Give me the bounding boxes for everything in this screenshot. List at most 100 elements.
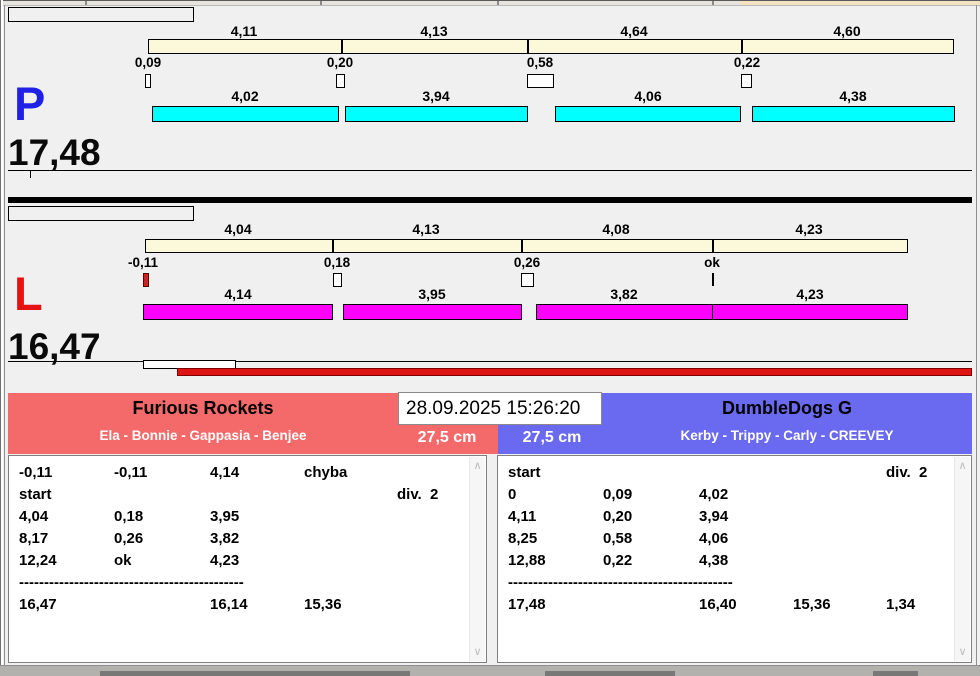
result-log-cell: ----------------------------------------… bbox=[508, 574, 733, 591]
start-lights-p bbox=[8, 7, 194, 22]
l-progress-red-bar bbox=[177, 368, 972, 376]
result-log-cell: ----------------------------------------… bbox=[19, 574, 244, 591]
result-log-cell: start bbox=[19, 486, 52, 503]
result-log-cell: 16,14 bbox=[210, 596, 248, 613]
window-left-highlight bbox=[1, 0, 3, 676]
result-log-cell: 12,24 bbox=[19, 552, 57, 569]
l-lane-seg-time: 4,04 bbox=[224, 221, 252, 237]
p-lane-seg-time: 4,13 bbox=[420, 23, 448, 39]
p-split-time: 0,58 bbox=[526, 55, 554, 70]
right-log-scrollbar[interactable]: ∧ ∨ bbox=[954, 457, 970, 661]
l-top-lane bbox=[145, 239, 908, 253]
l-split-gap-box bbox=[521, 273, 534, 287]
l-lane-divider bbox=[332, 240, 334, 252]
l-total-time: 16,47 bbox=[8, 326, 101, 367]
l-dog-bar bbox=[343, 304, 522, 320]
right-jump-height: 27,5 cm bbox=[522, 429, 582, 446]
p-dog-time: 3,94 bbox=[422, 88, 450, 104]
result-log-cell: div. 2 bbox=[397, 486, 439, 503]
right-team-name: DumbleDogs G bbox=[721, 398, 852, 418]
p-top-lane bbox=[148, 39, 954, 54]
scroll-down-icon[interactable]: ∨ bbox=[955, 646, 970, 658]
l-dog-time: 3,95 bbox=[418, 286, 446, 302]
p-lane-seg-time: 4,60 bbox=[833, 23, 861, 39]
p-lane-divider bbox=[741, 40, 743, 53]
result-log-cell: ok bbox=[114, 552, 132, 569]
p-lane-letter: P bbox=[14, 77, 46, 130]
l-split-ok-tick bbox=[712, 273, 714, 286]
left-jump-height: 27,5 cm bbox=[417, 429, 477, 446]
p-total-time: 17,48 bbox=[8, 132, 101, 173]
window-left-inner-edge bbox=[4, 5, 5, 665]
statusbar-cutoff-strip bbox=[0, 665, 980, 676]
scroll-up-icon[interactable]: ∧ bbox=[955, 460, 970, 472]
left-result-log[interactable]: -0,11 -0,11 4,14 chyba start div. 2 4,04 0,18 3,… bbox=[8, 455, 487, 663]
l-lane-divider bbox=[712, 240, 714, 252]
left-log-scrollbar[interactable]: ∧ ∨ bbox=[469, 457, 485, 661]
result-log-cell: div. 2 bbox=[886, 464, 928, 481]
datetime-display: 28.09.2025 15:26:20 bbox=[398, 392, 602, 425]
result-log-cell: 0,26 bbox=[114, 530, 144, 547]
p-lane-seg-time: 4,64 bbox=[620, 23, 648, 39]
l-dog-bar bbox=[712, 304, 908, 320]
right-result-rows: start div. 2 0 0,09 4,02 4,11 0,20 3,94 8,25 0,58… bbox=[498, 456, 954, 662]
l-dog-time: 3,82 bbox=[610, 286, 638, 302]
panel-top-border bbox=[0, 5, 980, 6]
result-log-cell: 8,17 bbox=[19, 530, 49, 547]
l-lane-seg-time: 4,08 bbox=[602, 221, 630, 237]
p-dog-time: 4,38 bbox=[839, 88, 867, 104]
result-log-cell: 0,58 bbox=[603, 530, 633, 547]
result-log-cell: 3,82 bbox=[210, 530, 240, 547]
left-result-rows: -0,11 -0,11 4,14 chyba start div. 2 4,04 0,18 3,… bbox=[9, 456, 469, 662]
statusbar-cutoff-text bbox=[545, 671, 675, 676]
result-log-cell: 0,18 bbox=[114, 508, 144, 525]
result-log-cell: chyba bbox=[304, 464, 348, 481]
l-lane-divider bbox=[521, 240, 523, 252]
p-split-time: 0,20 bbox=[326, 55, 354, 70]
p-dog-time: 4,02 bbox=[231, 88, 259, 104]
result-log-cell: 0 bbox=[508, 486, 517, 503]
result-log-cell: 15,36 bbox=[793, 596, 831, 613]
p-split-gap-box bbox=[145, 74, 151, 88]
result-log-cell: 16,40 bbox=[699, 596, 737, 613]
l-dog-bar bbox=[536, 304, 713, 320]
result-log-cell: 15,36 bbox=[304, 596, 342, 613]
p-dog-bar bbox=[345, 106, 528, 122]
result-log-cell: 3,94 bbox=[699, 508, 729, 525]
l-lane-seg-time: 4,23 bbox=[795, 221, 823, 237]
result-log-cell: 4,38 bbox=[699, 552, 729, 569]
panel-divider bbox=[8, 197, 972, 203]
right-result-log[interactable]: start div. 2 0 0,09 4,02 4,11 0,20 3,94 8,25 0,58… bbox=[497, 455, 972, 663]
result-log-cell: -0,11 bbox=[19, 464, 53, 481]
p-lane-divider bbox=[527, 40, 529, 53]
result-log-cell: 4,14 bbox=[210, 464, 240, 481]
result-log-cell: 4,11 bbox=[508, 508, 537, 525]
l-lane-seg-time: 4,13 bbox=[412, 221, 440, 237]
l-split-fault-box bbox=[143, 273, 149, 287]
p-dog-bar bbox=[555, 106, 741, 122]
p-split-time: 0,09 bbox=[134, 55, 162, 70]
result-log-cell: 4,23 bbox=[210, 552, 240, 569]
p-split-gap-box bbox=[527, 74, 554, 88]
result-log-cell: 0,22 bbox=[603, 552, 633, 569]
scroll-down-icon[interactable]: ∨ bbox=[470, 646, 485, 658]
result-log-cell: 4,04 bbox=[19, 508, 49, 525]
start-lights-l bbox=[8, 206, 194, 221]
p-lane-divider bbox=[341, 40, 343, 53]
p-split-gap-box bbox=[336, 74, 345, 88]
p-split-gap-box bbox=[741, 74, 752, 88]
l-split-time: 0,26 bbox=[513, 255, 541, 270]
window-right-edge bbox=[976, 5, 977, 665]
flyball-timer-window: 4,11 4,13 4,64 4,60 0,09 0,20 0,58 0,22 … bbox=[0, 0, 980, 676]
result-log-cell: -0,11 bbox=[114, 464, 148, 481]
l-dog-time: 4,23 bbox=[796, 286, 824, 302]
result-log-cell: 3,95 bbox=[210, 508, 240, 525]
scroll-up-icon[interactable]: ∧ bbox=[470, 460, 485, 472]
l-split-time: ok bbox=[704, 255, 720, 270]
p-dog-bar bbox=[752, 106, 955, 122]
p-split-time: 0,22 bbox=[733, 55, 761, 70]
result-log-cell: 8,25 bbox=[508, 530, 538, 547]
right-team-dogs: Kerby - Trippy - Carly - CREEVEY bbox=[680, 428, 894, 443]
left-team-dogs: Ela - Bonnie - Gappasia - Benjee bbox=[99, 428, 307, 443]
statusbar-cutoff-text bbox=[873, 671, 918, 676]
